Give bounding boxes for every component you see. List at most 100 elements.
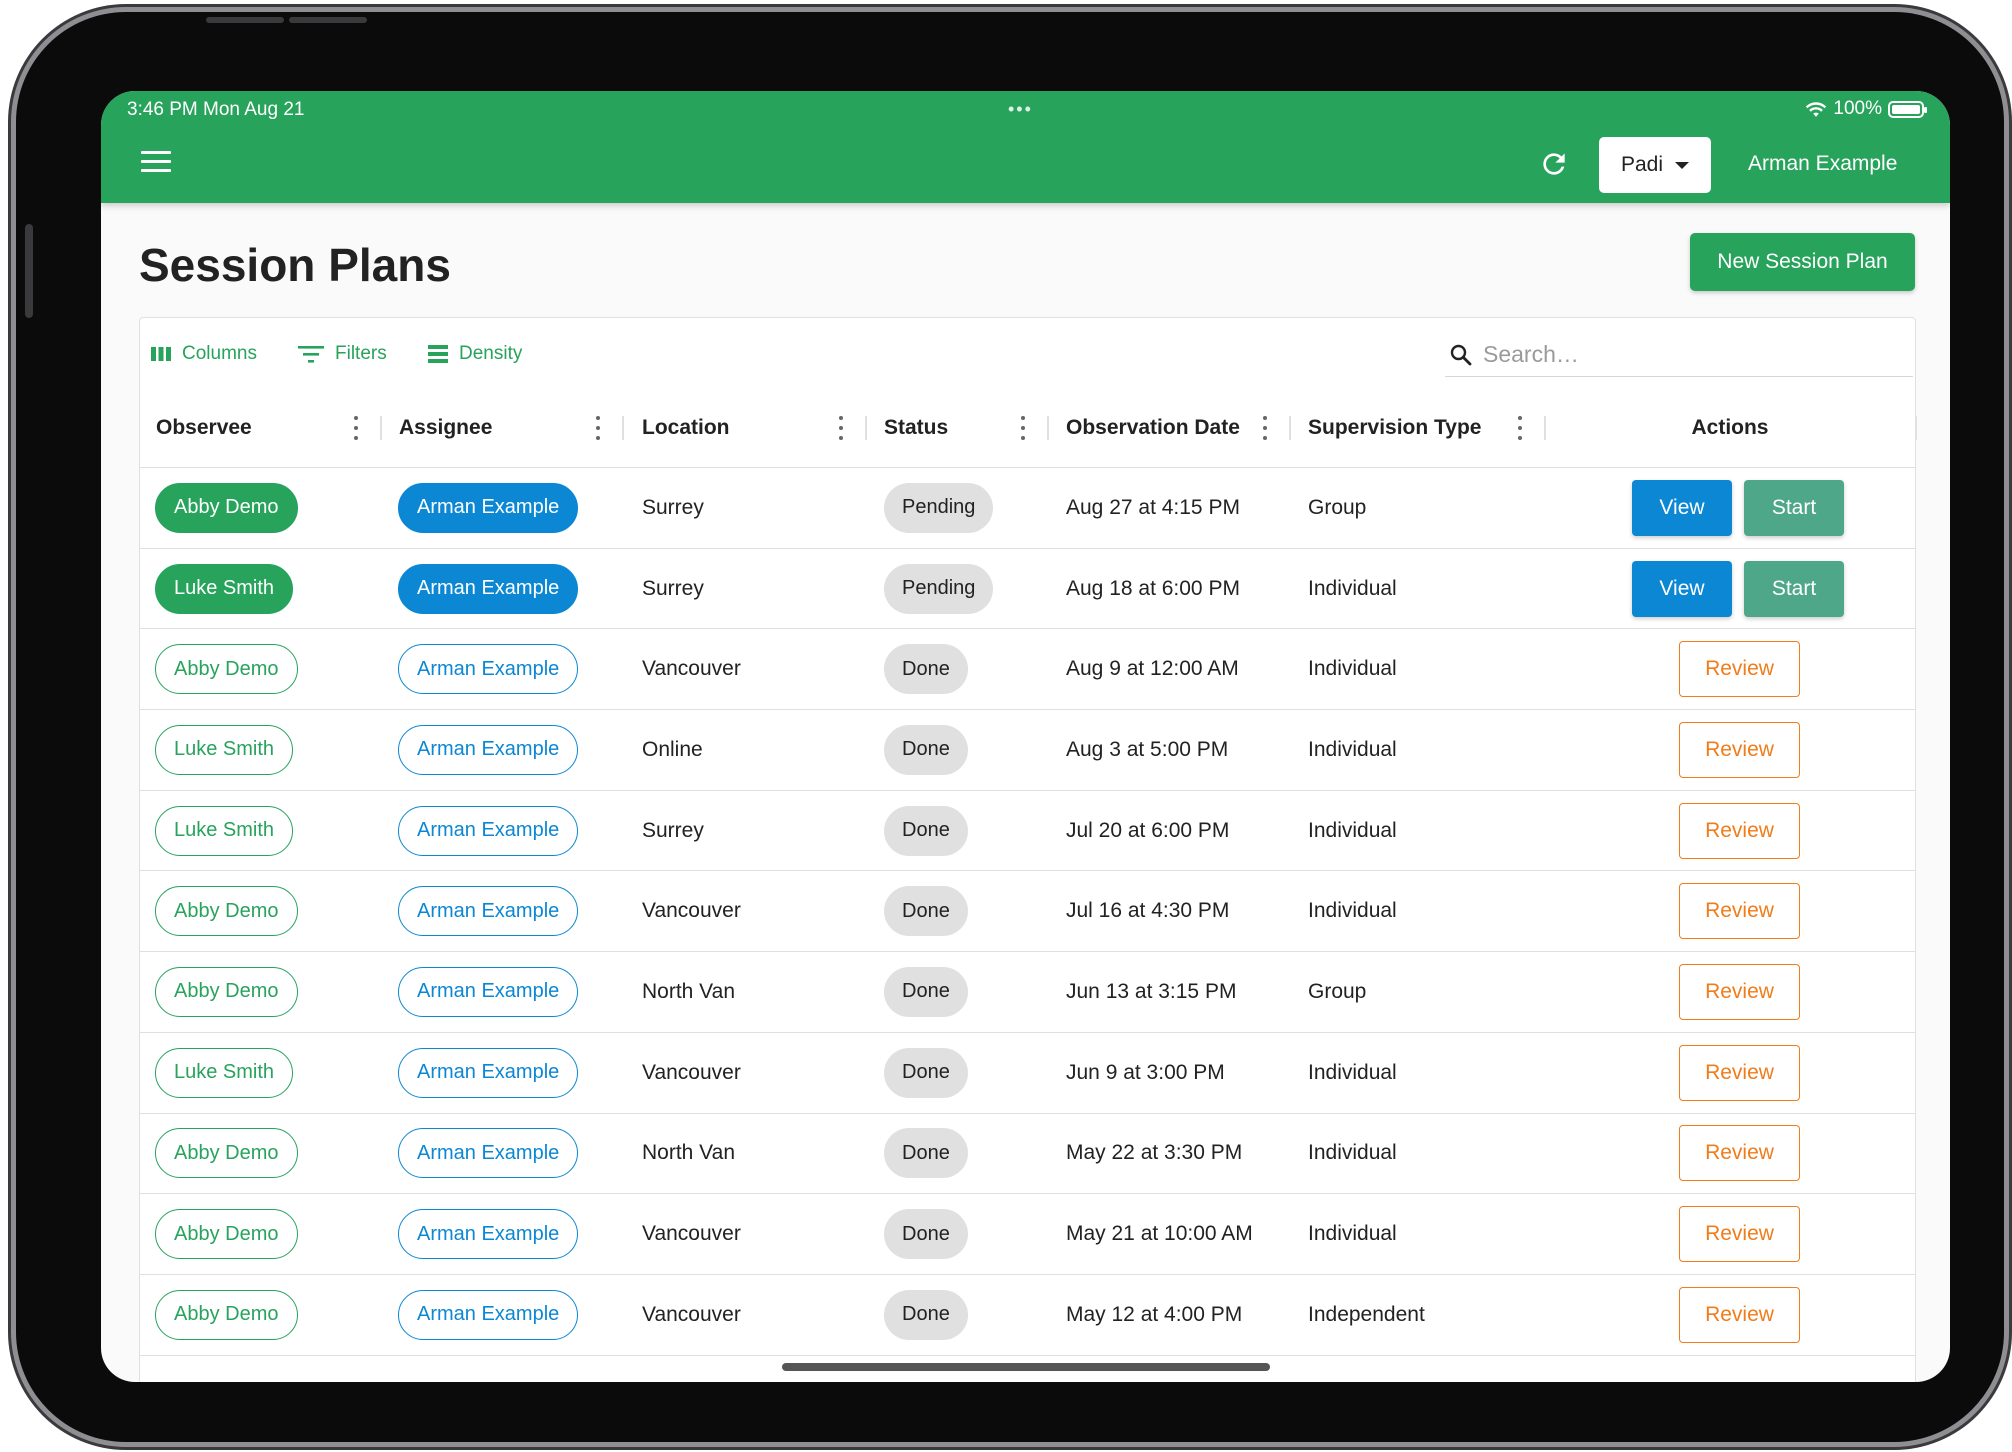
assignee-chip[interactable]: Arman Example (398, 644, 579, 695)
refresh-icon[interactable] (1538, 148, 1570, 180)
assignee-chip[interactable]: Arman Example (398, 966, 579, 1017)
search-field[interactable] (1445, 333, 1913, 377)
status-badge: Pending (884, 482, 994, 533)
new-session-plan-button[interactable]: New Session Plan (1690, 233, 1915, 291)
home-indicator[interactable] (782, 1363, 1270, 1371)
assignee-chip[interactable]: Arman Example (398, 1128, 579, 1179)
observee-chip[interactable]: Luke Smith (155, 805, 294, 856)
assignee-chip[interactable]: Arman Example (398, 563, 579, 614)
review-button[interactable]: Review (1679, 1125, 1800, 1182)
table-row[interactable]: Abby Demo Arman Example North Van Done May 2… (140, 1114, 1915, 1195)
assignee-chip[interactable]: Arman Example (398, 1047, 579, 1098)
observation-date-column-menu-icon[interactable] (1260, 416, 1270, 440)
location-column-menu-icon[interactable] (836, 416, 846, 440)
table-row[interactable]: Luke Smith Arman Example Online Done Aug 3 a… (140, 710, 1915, 791)
observee-column-menu-icon[interactable] (351, 416, 361, 440)
supervision-type-cell: Individual (1308, 737, 1397, 761)
multitasking-dots[interactable]: ••• (1008, 99, 1033, 120)
supervision-type-column-menu-icon[interactable] (1515, 416, 1525, 440)
app-bar: 3:46 PM Mon Aug 21 ••• 100% Padi Arman E… (101, 91, 1950, 203)
column-header-location[interactable]: Location (642, 388, 730, 468)
user-menu[interactable]: Arman Example (1748, 152, 1897, 176)
observee-chip[interactable]: Luke Smith (155, 724, 294, 775)
battery-icon (1888, 100, 1927, 118)
review-button[interactable]: Review (1679, 883, 1800, 940)
review-button[interactable]: Review (1679, 963, 1800, 1020)
observation-date-cell: Jul 20 at 6:00 PM (1066, 818, 1230, 842)
status-cell: Done (884, 629, 968, 709)
status-cell: Done (884, 1033, 968, 1113)
assignee-chip[interactable]: Arman Example (398, 724, 579, 775)
density-button[interactable]: Density (427, 343, 522, 365)
view-button[interactable]: View (1632, 479, 1732, 536)
review-button[interactable]: Review (1679, 641, 1800, 698)
organization-select[interactable]: Padi (1599, 137, 1711, 193)
table-row[interactable]: Abby Demo Arman Example Vancouver Done Aug 9… (140, 629, 1915, 711)
battery-percent: 100% (1833, 98, 1882, 119)
actions-cell: Review (1679, 1114, 1800, 1194)
columns-button[interactable]: Columns (150, 343, 257, 365)
status-badge: Done (884, 644, 968, 695)
column-separator[interactable] (865, 416, 867, 440)
table-row[interactable]: Abby Demo Arman Example Surrey Pending Aug 2… (140, 468, 1915, 549)
assignee-chip[interactable]: Arman Example (398, 1289, 579, 1340)
start-button[interactable]: Start (1744, 560, 1844, 617)
review-button[interactable]: Review (1679, 802, 1800, 859)
actions-cell: View (1632, 549, 1732, 629)
filters-button[interactable]: Filters (297, 343, 387, 365)
status-column-menu-icon[interactable] (1018, 416, 1028, 440)
observee-chip[interactable]: Abby Demo (155, 966, 298, 1017)
assignee-cell: Arman Example (398, 1194, 579, 1274)
observee-chip[interactable]: Abby Demo (155, 886, 298, 937)
review-button[interactable]: Review (1679, 1044, 1800, 1101)
observee-cell: Abby Demo (155, 1114, 298, 1194)
search-icon (1450, 344, 1472, 365)
column-header-status[interactable]: Status (884, 388, 948, 468)
location-cell: Surrey (642, 576, 704, 600)
table-row[interactable]: Luke Smith Arman Example Vancouver Done Jun … (140, 1033, 1915, 1114)
column-header-observee[interactable]: Observee (156, 388, 252, 468)
column-header-observation-date[interactable]: Observation Date (1066, 388, 1240, 468)
column-header-supervision-type[interactable]: Supervision Type (1308, 388, 1482, 468)
search-input[interactable] (1483, 341, 1883, 368)
hamburger-menu-icon[interactable] (141, 151, 171, 175)
location-cell: Vancouver (642, 657, 741, 681)
review-button[interactable]: Review (1679, 1286, 1800, 1343)
table-row[interactable]: Luke Smith Arman Example Surrey Pending Aug … (140, 549, 1915, 630)
column-separator[interactable] (380, 416, 382, 440)
table-row[interactable]: Abby Demo Arman Example Vancouver Done May 2… (140, 1194, 1915, 1275)
status-cell: Done (884, 1275, 968, 1355)
observee-cell: Luke Smith (155, 1033, 294, 1113)
status-indicators: 100% (1805, 98, 1927, 120)
table-row[interactable]: Luke Smith Arman Example Surrey Done Jul 20 … (140, 791, 1915, 872)
actions-cell: Start (1744, 468, 1844, 548)
table-row[interactable]: Abby Demo Arman Example Vancouver Done May 1… (140, 1275, 1915, 1356)
column-separator[interactable] (1047, 416, 1049, 440)
observee-chip[interactable]: Abby Demo (155, 1128, 298, 1179)
observee-chip[interactable]: Abby Demo (155, 482, 298, 533)
observee-chip[interactable]: Abby Demo (155, 1289, 298, 1340)
column-separator[interactable] (1289, 416, 1291, 440)
view-button[interactable]: View (1632, 560, 1732, 617)
column-separator[interactable] (1544, 416, 1546, 440)
review-button[interactable]: Review (1679, 1206, 1800, 1263)
observation-date-cell: Aug 18 at 6:00 PM (1066, 576, 1240, 600)
review-button[interactable]: Review (1679, 721, 1800, 778)
assignee-chip[interactable]: Arman Example (398, 1209, 579, 1260)
observee-chip[interactable]: Abby Demo (155, 644, 298, 695)
column-header-assignee[interactable]: Assignee (399, 388, 492, 468)
assignee-chip[interactable]: Arman Example (398, 482, 579, 533)
table-row[interactable]: Abby Demo Arman Example North Van Done Jun 1… (140, 952, 1915, 1033)
status-badge: Done (884, 1047, 968, 1098)
volume-down-button (289, 17, 367, 23)
observee-chip[interactable]: Abby Demo (155, 1209, 298, 1260)
assignee-chip[interactable]: Arman Example (398, 805, 579, 856)
assignee-chip[interactable]: Arman Example (398, 886, 579, 937)
observee-chip[interactable]: Luke Smith (155, 563, 294, 614)
observee-chip[interactable]: Luke Smith (155, 1047, 294, 1098)
table-row[interactable]: Abby Demo Arman Example Vancouver Done Jul 1… (140, 871, 1915, 953)
start-button[interactable]: Start (1744, 479, 1844, 536)
column-separator[interactable] (622, 416, 624, 440)
assignee-column-menu-icon[interactable] (593, 416, 603, 440)
status-time: 3:46 PM Mon Aug 21 (127, 99, 305, 120)
